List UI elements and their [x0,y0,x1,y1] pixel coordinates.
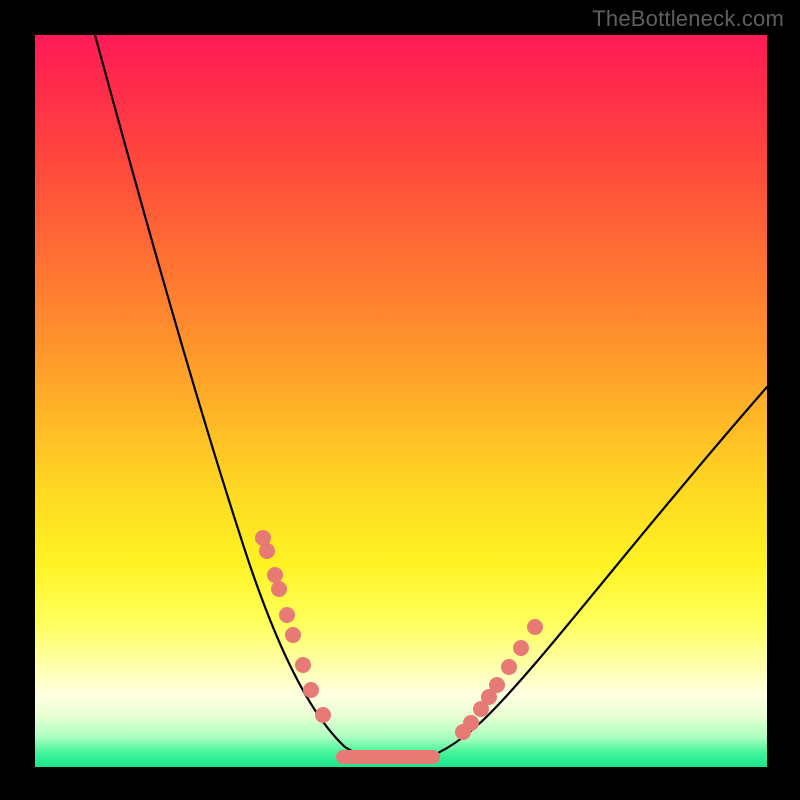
marker-dot [295,657,311,673]
marker-dot [259,543,275,559]
marker-dot [271,581,287,597]
marker-dot [315,707,331,723]
marker-dot [279,607,295,623]
marker-dot [527,619,543,635]
watermark-text: TheBottleneck.com [592,6,784,32]
bottleneck-curve-svg [35,35,767,767]
chart-frame: TheBottleneck.com [0,0,800,800]
plot-area [35,35,767,767]
marker-dot [463,715,479,731]
marker-dot [501,659,517,675]
marker-dot [513,640,529,656]
bottleneck-curve [95,35,767,762]
marker-dot [267,567,283,583]
marker-dot [285,627,301,643]
marker-dot [303,682,319,698]
marker-dot [489,677,505,693]
